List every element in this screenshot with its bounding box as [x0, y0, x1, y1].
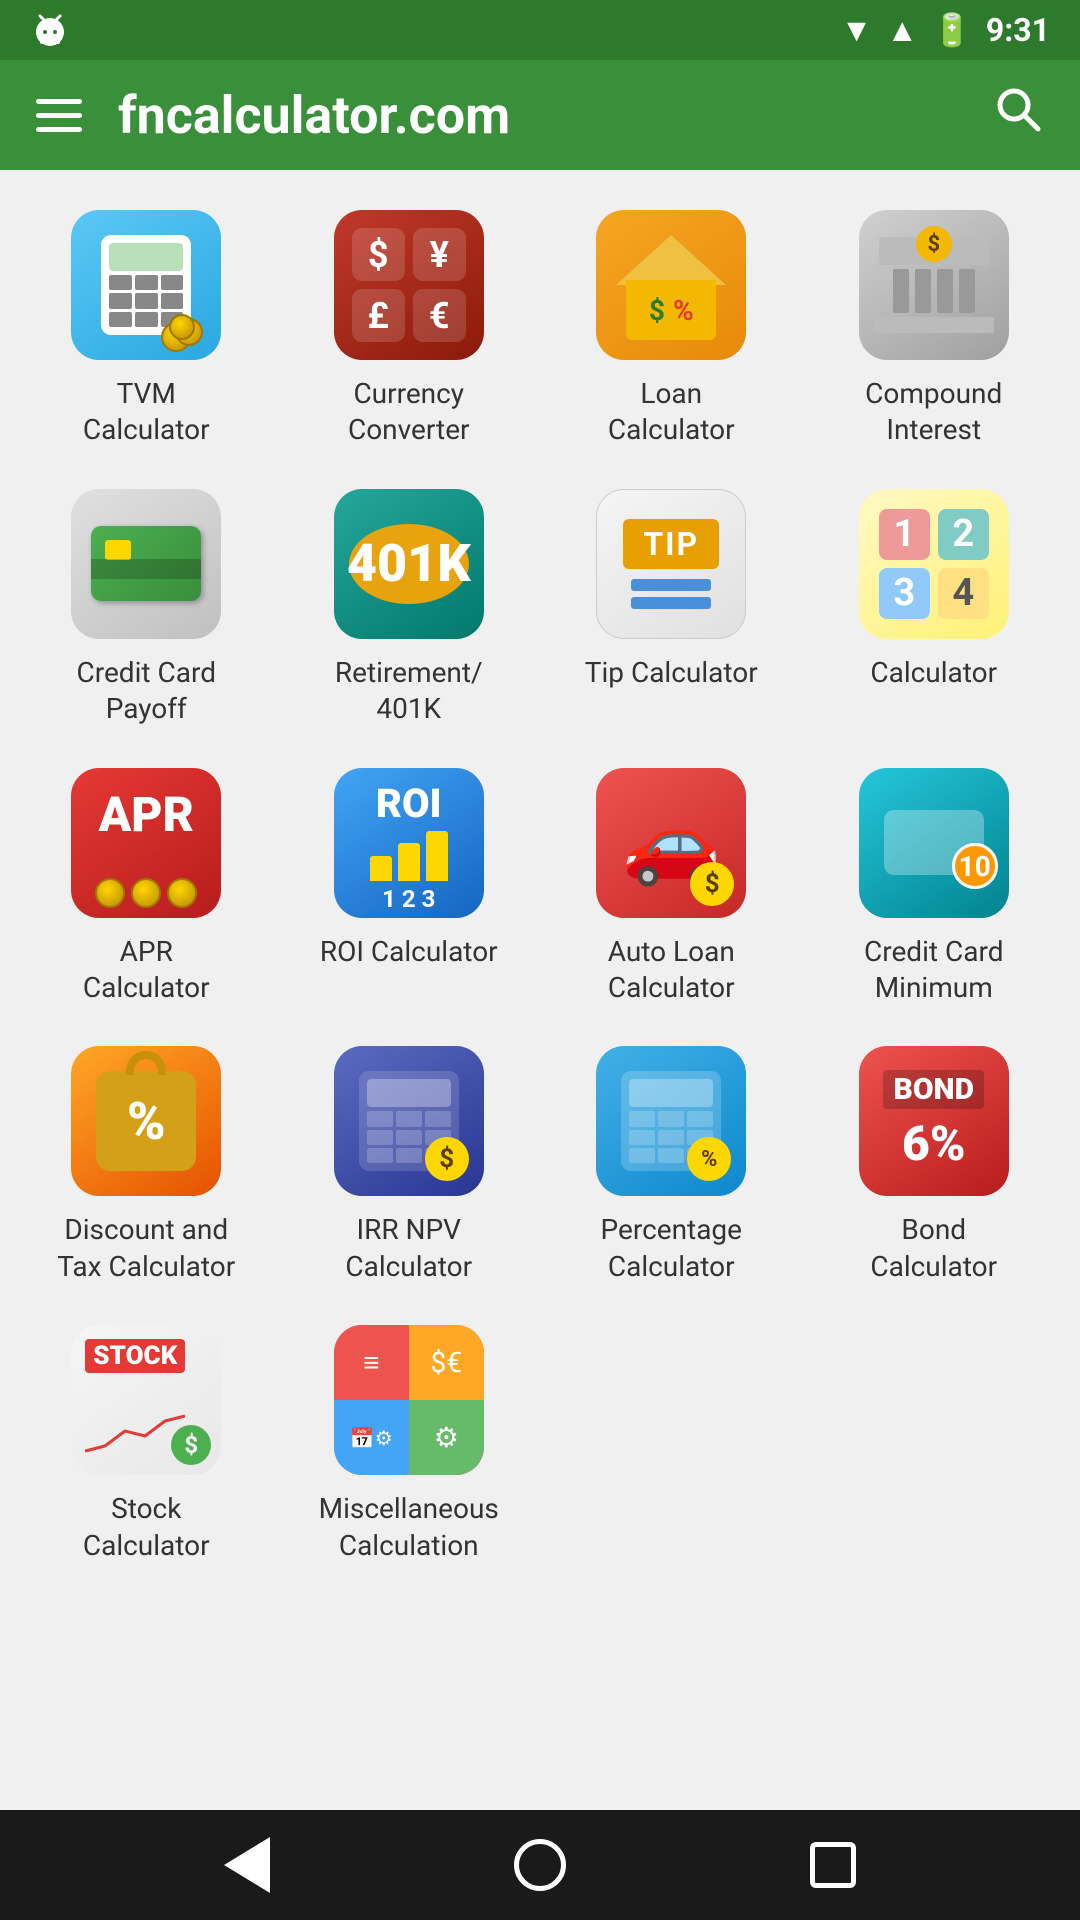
calculator-grid: TVMCalculator $ ¥ £ € CurrencyConverter … [0, 170, 1080, 1810]
calculator-item[interactable]: 1 2 3 4 Calculator [808, 479, 1061, 738]
status-bar: ▼ ▲ 🔋 9:31 [0, 0, 1080, 60]
app-title: fncalculator.com [118, 85, 956, 146]
home-icon [514, 1839, 566, 1891]
currency-euro: € [413, 289, 466, 342]
tip-label: Tip Calculator [585, 655, 758, 691]
signal-icon: ▲ [886, 11, 918, 49]
retirement-label: Retirement/401K [335, 655, 483, 728]
misc-label: MiscellaneousCalculation [319, 1491, 499, 1564]
currency-pound: £ [352, 289, 405, 342]
retirement-icon: 401K [334, 489, 484, 639]
misc-calculation-item[interactable]: ≡ $€ 📅⚙ ⚙ MiscellaneousCalculation [283, 1315, 536, 1574]
navigation-bar [0, 1810, 1080, 1920]
cc-payoff-label: Credit CardPayoff [77, 655, 216, 728]
discount-label: Discount andTax Calculator [57, 1212, 235, 1285]
irr-npv-item[interactable]: $ IRR NPVCalculator [283, 1036, 536, 1295]
roi-calculator-item[interactable]: ROI 1 2 3 ROI Calculator [283, 758, 536, 1017]
credit-card-payoff-item[interactable]: Credit CardPayoff [20, 479, 273, 738]
pct-label: PercentageCalculator [601, 1212, 743, 1285]
stock-calculator-item[interactable]: STOCK $ StockCalculator [20, 1315, 273, 1574]
currency-label: CurrencyConverter [348, 376, 470, 449]
search-button[interactable] [992, 83, 1044, 148]
loan-label: LoanCalculator [608, 376, 735, 449]
stock-label: StockCalculator [83, 1491, 210, 1564]
calc-label: Calculator [870, 655, 997, 691]
status-right: ▼ ▲ 🔋 9:31 [841, 11, 1050, 49]
roi-label: ROI Calculator [320, 934, 498, 970]
bond-calculator-item[interactable]: BOND 6% BondCalculator [808, 1036, 1061, 1295]
currency-dollar: $ [352, 228, 405, 281]
recents-button[interactable] [798, 1830, 868, 1900]
loan-calculator-item[interactable]: $ % LoanCalculator [545, 200, 798, 459]
currency-converter-item[interactable]: $ ¥ £ € CurrencyConverter [283, 200, 536, 459]
retirement-item[interactable]: 401K Retirement/401K [283, 479, 536, 738]
app-bar: fncalculator.com [0, 60, 1080, 170]
status-left [30, 10, 70, 50]
cc-payoff-icon [71, 489, 221, 639]
bond-label: BondCalculator [870, 1212, 997, 1285]
loan-icon: $ % [596, 210, 746, 360]
apr-label: APRCalculator [83, 934, 210, 1007]
roi-icon: ROI 1 2 3 [334, 768, 484, 918]
recents-icon [810, 1842, 856, 1888]
android-icon [30, 10, 70, 50]
battery-icon: 🔋 [932, 11, 972, 49]
compound-icon: $ [859, 210, 1009, 360]
currency-icon: $ ¥ £ € [334, 210, 484, 360]
discount-tax-item[interactable]: % Discount andTax Calculator [20, 1036, 273, 1295]
compound-label: CompoundInterest [865, 376, 1002, 449]
wifi-icon: ▼ [841, 11, 873, 49]
back-icon [224, 1837, 270, 1893]
tvm-calculator-item[interactable]: TVMCalculator [20, 200, 273, 459]
back-button[interactable] [212, 1830, 282, 1900]
bond-icon: BOND 6% [859, 1046, 1009, 1196]
auto-icon: 🚗 $ [596, 768, 746, 918]
irr-label: IRR NPVCalculator [345, 1212, 472, 1285]
stock-icon: STOCK $ [71, 1325, 221, 1475]
discount-icon: % [71, 1046, 221, 1196]
compound-interest-item[interactable]: $ CompoundInterest [808, 200, 1061, 459]
apr-calculator-item[interactable]: APR APRCalculator [20, 758, 273, 1017]
tvm-label: TVMCalculator [83, 376, 210, 449]
auto-loan-item[interactable]: 🚗 $ Auto LoanCalculator [545, 758, 798, 1017]
cc-min-item[interactable]: 10 Credit CardMinimum [808, 758, 1061, 1017]
tip-icon: TIP [596, 489, 746, 639]
currency-yen: ¥ [413, 228, 466, 281]
home-button[interactable] [505, 1830, 575, 1900]
calc-icon: 1 2 3 4 [859, 489, 1009, 639]
ccmin-label: Credit CardMinimum [864, 934, 1003, 1007]
misc-icon: ≡ $€ 📅⚙ ⚙ [334, 1325, 484, 1475]
apr-icon: APR [71, 768, 221, 918]
percentage-calculator-item[interactable]: % PercentageCalculator [545, 1036, 798, 1295]
menu-button[interactable] [36, 99, 82, 132]
time-display: 9:31 [986, 11, 1050, 49]
tvm-icon [71, 210, 221, 360]
ccmin-icon: 10 [859, 768, 1009, 918]
pct-icon: % [596, 1046, 746, 1196]
auto-label: Auto LoanCalculator [608, 934, 735, 1007]
tip-calculator-item[interactable]: TIP Tip Calculator [545, 479, 798, 738]
irr-icon: $ [334, 1046, 484, 1196]
